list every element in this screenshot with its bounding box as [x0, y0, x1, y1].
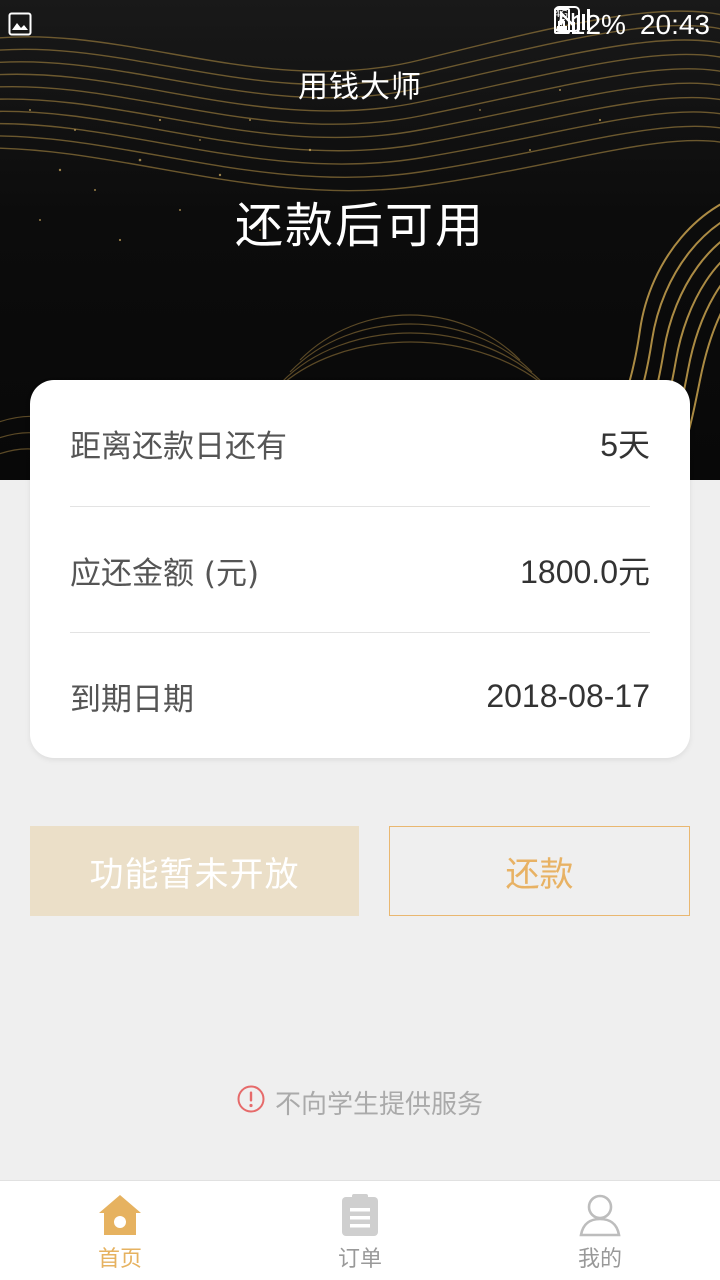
bottom-tab-bar: 首页 订单 我的 — [0, 1180, 720, 1280]
clipboard-icon — [337, 1193, 383, 1241]
tab-orders[interactable]: 订单 — [240, 1181, 480, 1280]
user-icon — [577, 1193, 623, 1241]
row-value: 1800.0元 — [520, 554, 650, 590]
app-title: 用钱大师 — [298, 70, 422, 105]
tab-label: 首页 — [97, 1247, 142, 1272]
clock: 20:43 — [639, 9, 710, 40]
notice-text: 不向学生提供服务 — [274, 1089, 483, 1120]
hero-heading: 还款后可用 — [234, 198, 485, 254]
home-icon — [97, 1193, 143, 1241]
row-value: 2018-08-17 — [486, 677, 650, 714]
row-value: 5天 — [600, 427, 650, 463]
repayment-info-card: 距离还款日还有 5天 应还金额 (元) 1800.0元 到期日期 2018-08… — [30, 380, 690, 758]
student-notice: 不向学生提供服务 — [0, 1084, 720, 1120]
repay-button[interactable]: 还款 — [389, 826, 690, 916]
row-label: 距离还款日还有 — [70, 428, 287, 465]
warning-circle-icon — [237, 1085, 265, 1120]
row-label: 到期日期 — [70, 681, 194, 718]
tab-label: 订单 — [337, 1247, 382, 1272]
status-bar: 4G 12% 20:43 — [0, 0, 720, 50]
tab-home[interactable]: 首页 — [0, 1181, 240, 1280]
row-label: 应还金额 (元) — [70, 555, 260, 592]
tab-label: 我的 — [577, 1247, 622, 1272]
feature-unavailable-button: 功能暂未开放 — [30, 826, 359, 916]
due-date-row: 到期日期 2018-08-17 — [70, 633, 650, 759]
amount-due-row: 应还金额 (元) 1800.0元 — [70, 507, 650, 633]
tab-profile[interactable]: 我的 — [480, 1181, 720, 1280]
days-remaining-row: 距离还款日还有 5天 — [70, 380, 650, 506]
